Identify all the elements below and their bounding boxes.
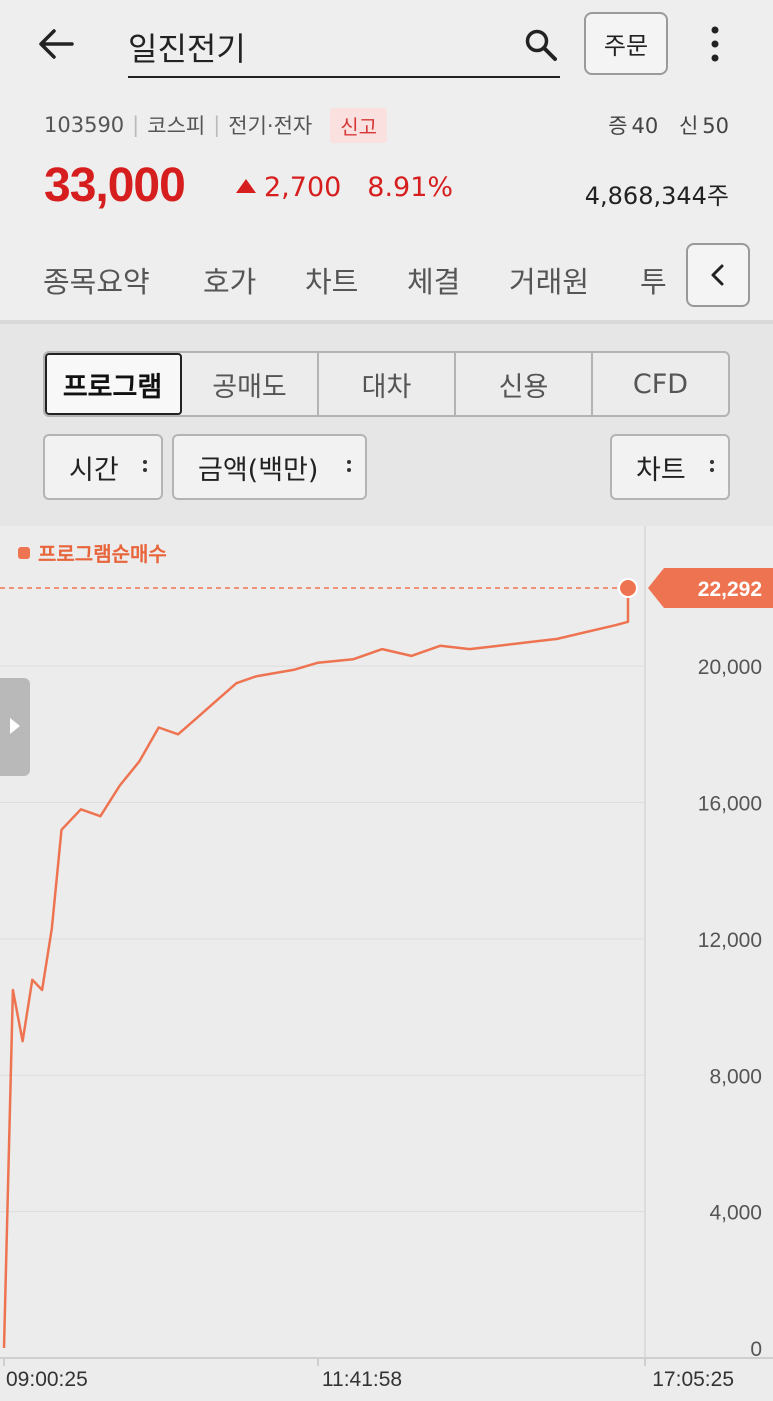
chevron-right-icon (10, 718, 20, 734)
margin-value-1: 40 (631, 114, 659, 138)
filter-panel: 프로그램 공매도 대차 신용 CFD 시간 금액(백만) 차트 (0, 324, 773, 526)
last-value-label: 22,292 (698, 578, 762, 601)
y-tick-label: 4,000 (709, 1202, 762, 1225)
segment-short-selling[interactable]: 공매도 (182, 353, 319, 415)
dropdown-dots-icon (710, 460, 714, 476)
chart-svg: 0 4,000 8,000 12,000 16,000 20,000 09:00:25 11:… (0, 526, 773, 1391)
back-arrow-icon[interactable] (36, 24, 76, 64)
y-tick-label: 20,000 (698, 656, 762, 679)
y-tick-label: 0 (750, 1338, 762, 1361)
meta-divider: | (213, 113, 221, 137)
segment-credit[interactable]: 신용 (456, 353, 593, 415)
tab-orderbook[interactable]: 호가 (203, 259, 256, 301)
side-panel-handle[interactable] (0, 678, 30, 776)
time-dropdown[interactable]: 시간 (43, 434, 163, 500)
legend-label: 프로그램순매수 (38, 542, 167, 566)
tab-summary[interactable]: 종목요약 (43, 259, 150, 301)
chevron-left-icon (711, 264, 724, 286)
top-bar: 일진전기 주문 (0, 0, 773, 100)
tab-trades[interactable]: 체결 (407, 259, 460, 301)
tab-investors[interactable]: 투 (640, 259, 667, 301)
x-tick-label: 17:05:25 (652, 1368, 734, 1391)
chart-legend: 프로그램순매수 (18, 538, 167, 567)
x-tick-label: 09:00:25 (6, 1368, 88, 1391)
more-vertical-icon[interactable] (700, 22, 730, 66)
segment-cfd[interactable]: CFD (593, 353, 728, 415)
time-dropdown-label: 시간 (69, 454, 119, 486)
margin-label-2: 신 (678, 114, 699, 138)
last-value-point (618, 578, 638, 598)
meta-divider: | (132, 113, 140, 137)
program-trading-chart[interactable]: 0 4,000 8,000 12,000 16,000 20,000 09:00:25 11:… (0, 526, 773, 1401)
y-tick-label: 16,000 (698, 793, 762, 816)
trade-volume: 4,868,344주 (584, 182, 729, 210)
margin-info: 증 40 신 50 (600, 110, 729, 140)
segment-program[interactable]: 프로그램 (45, 353, 182, 415)
x-tick-label: 11:41:58 (322, 1368, 402, 1391)
stock-code: 103590 (44, 113, 125, 137)
stock-tabs: 종목요약 호가 차트 체결 거래원 투 (0, 245, 773, 317)
stock-market: 코스피 (147, 114, 206, 138)
legend-swatch (18, 546, 30, 559)
amount-dropdown-label: 금액(백만) (198, 454, 319, 486)
order-button[interactable]: 주문 (584, 12, 668, 75)
new-high-badge: 신고 (330, 107, 388, 143)
stock-sector: 전기·전자 (228, 114, 313, 138)
search-query[interactable]: 일진전기 (128, 24, 246, 70)
dropdown-dots-icon (347, 460, 351, 476)
series-line (2, 588, 630, 1349)
margin-value-2: 50 (702, 114, 729, 138)
margin-label-1: 증 (608, 114, 628, 138)
segment-lending[interactable]: 대차 (319, 353, 456, 415)
tab-scroll-button[interactable] (686, 243, 750, 307)
segment-control: 프로그램 공매도 대차 신용 CFD (43, 351, 730, 417)
amount-dropdown[interactable]: 금액(백만) (172, 434, 367, 500)
dropdown-dots-icon (143, 460, 147, 476)
y-tick-label: 8,000 (709, 1065, 762, 1088)
search-icon[interactable] (524, 28, 558, 62)
view-dropdown[interactable]: 차트 (610, 434, 730, 500)
tab-chart[interactable]: 차트 (305, 259, 358, 301)
tab-brokers[interactable]: 거래원 (509, 259, 589, 301)
current-price: 33,000 (44, 159, 186, 212)
view-dropdown-label: 차트 (636, 454, 686, 486)
search-field[interactable]: 일진전기 (128, 18, 560, 78)
change-percent: 8.91% (367, 172, 454, 203)
price-change: 2,700 8.91% (236, 172, 453, 203)
change-amount: 2,700 (264, 172, 342, 203)
stock-meta: 103590 | 코스피 | 전기·전자 신고 (44, 107, 388, 143)
y-tick-label: 12,000 (698, 929, 762, 952)
up-triangle-icon (236, 179, 256, 193)
